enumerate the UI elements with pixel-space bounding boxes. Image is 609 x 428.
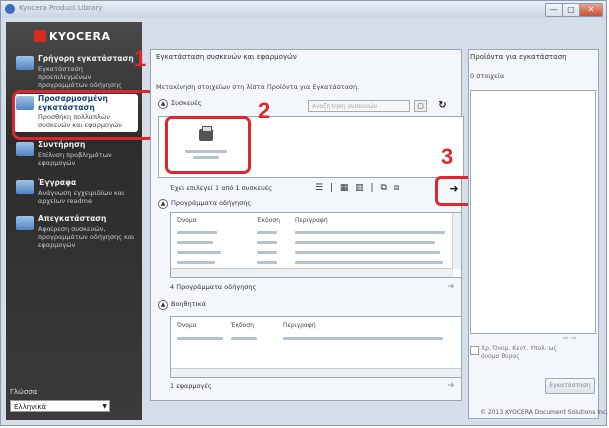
drivers-table: Όνομα Έκδοση Περιγραφή — [170, 212, 462, 278]
sidebar-item-title: Απεγκατάσταση — [38, 214, 107, 223]
drivers-label: Προγράμματα οδήγησης — [171, 199, 252, 207]
use-hostname-checkbox[interactable] — [470, 346, 479, 355]
utilities-section-toggle[interactable]: ▲ Βοηθητικά — [158, 300, 206, 310]
kyocera-logo: KYOCERA — [34, 30, 111, 43]
language-select-value: Ελληνικά — [14, 403, 47, 411]
instruction-text: Μετακίνηση στοιχείων στη λίστα Προϊόντα … — [156, 83, 360, 91]
pager-icons[interactable]: ⇨ ⇨ — [563, 334, 577, 342]
sidebar-item-quick-install[interactable]: Γρήγορη εγκατάσταση Εγκατάσταση προεπιλε… — [14, 54, 138, 89]
kyocera-logo-mark — [34, 30, 46, 42]
add-driver-arrow-icon[interactable]: ➜ — [447, 282, 455, 292]
language-select[interactable]: Ελληνικά ▼ — [10, 400, 110, 412]
devices-label: Συσκευές — [171, 99, 202, 107]
table-cell — [257, 261, 277, 264]
collapse-icon: ▲ — [158, 300, 168, 310]
step1-number: 1 — [134, 46, 147, 71]
table-row[interactable] — [177, 337, 223, 340]
sidebar-item-uninstall[interactable]: Απεγκατάσταση Αφαίρεση συσκευών, προγραμ… — [14, 214, 138, 254]
table-row[interactable] — [177, 231, 217, 234]
minimize-button[interactable]: — — [545, 3, 563, 17]
sidebar-item-desc: Επίλυση προβλημάτων εφαρμογών — [38, 151, 112, 167]
products-count: 0 στοιχεία — [470, 72, 505, 80]
table-cell — [295, 231, 445, 234]
column-header-name: Όνομα — [177, 217, 197, 224]
sidebar-item-title: Συντήρηση — [38, 140, 86, 149]
table-row[interactable] — [177, 251, 221, 254]
column-header-description: Περιγραφή — [295, 217, 328, 224]
column-header-version: Έκδοση — [231, 322, 254, 329]
step2-highlight — [165, 116, 251, 174]
collapse-icon: ▲ — [158, 99, 168, 109]
sidebar: KYOCERA Γρήγορη εγκατάσταση Εγκατάσταση … — [6, 22, 142, 420]
maximize-button[interactable]: ▢ — [562, 3, 580, 17]
copyright-text: © 2013 KYOCERA Document Solutions Inc. — [480, 409, 609, 416]
window-title: Kyocera Product Library — [19, 4, 103, 12]
sidebar-item-title: Γρήγορη εγκατάσταση — [38, 54, 134, 63]
table-cell — [295, 261, 443, 264]
sidebar-item-documents[interactable]: Έγγραφα Ανάγνωση εγχειριδίων και αρχείων… — [14, 178, 138, 208]
quick-install-icon — [16, 56, 34, 70]
table-row[interactable] — [177, 261, 215, 264]
step3-number: 3 — [441, 144, 454, 169]
table-cell — [257, 231, 277, 234]
sidebar-item-desc: Αφαίρεση συσκευών, προγραμμάτων οδήγησης… — [38, 225, 135, 249]
page-title: Εγκατάσταση συσκευών και εφαρμογών — [156, 53, 297, 61]
table-cell — [257, 241, 277, 244]
title-bar: Kyocera Product Library — ▢ ✕ — [1, 1, 606, 18]
search-input[interactable]: Αναζήτηση συσκευών — [308, 100, 410, 112]
collapse-icon: ▲ — [158, 199, 168, 209]
table-cell — [295, 241, 435, 244]
horizontal-scrollbar[interactable] — [171, 368, 461, 377]
drivers-section-toggle[interactable]: ▲ Προγράμματα οδήγησης — [158, 199, 251, 209]
utilities-label: Βοηθητικά — [171, 300, 206, 308]
sidebar-item-desc: Ανάγνωση εγχειριδίων και αρχείων readme — [38, 189, 125, 205]
driver-count: 4 Προγράμματα οδήγησης — [170, 283, 257, 291]
devices-section-toggle[interactable]: ▲ Συσκευές — [158, 99, 201, 109]
sidebar-item-desc: Εγκατάσταση προεπιλεγμένων προγραμμάτων … — [38, 65, 122, 89]
utilities-table: Όνομα Έκδοση Περιγραφή — [170, 316, 462, 378]
add-utility-arrow-icon[interactable]: ➜ — [447, 381, 455, 391]
language-label: Γλώσσα — [10, 388, 38, 396]
close-button[interactable]: ✕ — [579, 3, 603, 17]
view-toolbar[interactable]: ☰ | ▦ ▥ | ⧉ ⧈ — [315, 183, 401, 193]
horizontal-scrollbar[interactable] — [171, 268, 453, 277]
documents-icon — [16, 180, 34, 194]
column-header-name: Όνομα — [177, 322, 197, 329]
sidebar-item-maintenance[interactable]: Συντήρηση Επίλυση προβλημάτων εφαρμογών — [14, 140, 138, 170]
products-title: Προϊόντα για εγκατάσταση — [470, 53, 567, 61]
products-list — [470, 90, 596, 334]
table-cell — [257, 251, 277, 254]
use-hostname-label: Χρ. Όνομ. Κεντ. Υπολ. ως όνομα θύρας — [481, 345, 558, 360]
refresh-icon[interactable]: ↻ — [436, 100, 449, 112]
column-header-version: Έκδοση — [257, 217, 280, 224]
column-header-description: Περιγραφή — [283, 322, 316, 329]
maintenance-icon — [16, 142, 34, 156]
step1-highlight — [12, 90, 156, 140]
table-cell — [295, 251, 440, 254]
search-clear-button[interactable]: ▢ — [414, 100, 427, 112]
table-row[interactable] — [177, 241, 213, 244]
app-icon — [5, 4, 15, 14]
uninstall-icon — [16, 216, 34, 230]
vertical-scrollbar[interactable] — [452, 213, 461, 269]
step2-number: 2 — [258, 98, 271, 123]
table-cell — [283, 337, 443, 340]
utility-count: 1 εφαρμογές — [170, 382, 212, 390]
device-count: Έχει επιλεγεί 1 από 1 συσκευές — [170, 184, 273, 192]
sidebar-item-title: Έγγραφα — [38, 178, 77, 187]
chevron-down-icon: ▼ — [102, 403, 107, 410]
install-button[interactable]: Εγκατάσταση — [545, 378, 595, 394]
table-cell — [231, 337, 257, 340]
